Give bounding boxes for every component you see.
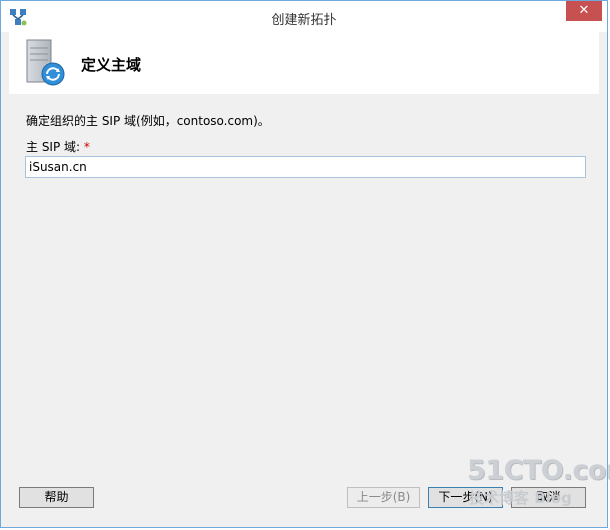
back-button[interactable]: 上一步(B): [347, 487, 420, 508]
page-header: 定义主域: [9, 32, 599, 94]
field-label-text: 主 SIP 域:: [26, 140, 81, 154]
watermark-main: 51CTO.com: [467, 455, 610, 486]
primary-sip-domain-input[interactable]: [25, 156, 586, 178]
required-marker: *: [83, 140, 90, 154]
close-icon: ✕: [578, 3, 590, 18]
server-sync-icon: [26, 39, 65, 86]
close-button[interactable]: ✕: [566, 1, 602, 21]
description-text: 确定组织的主 SIP 域(例如，contoso.com)。: [26, 114, 270, 128]
cancel-button[interactable]: 取消: [511, 487, 586, 508]
dialog-window: 创建新拓扑 ✕ 定义主域 确定组织的主 SIP 域(例如，contoso.com: [0, 0, 610, 528]
next-button[interactable]: 下一步(N): [428, 487, 503, 508]
watermark: 51CTO.com 技术博客 Blog: [463, 449, 610, 519]
help-button[interactable]: 帮助: [19, 487, 94, 508]
primary-sip-domain-label: 主 SIP 域: *: [26, 138, 90, 155]
title-bar[interactable]: 创建新拓扑 ✕: [1, 1, 607, 32]
page-title: 定义主域: [81, 56, 142, 74]
window-title: 创建新拓扑: [271, 13, 337, 28]
